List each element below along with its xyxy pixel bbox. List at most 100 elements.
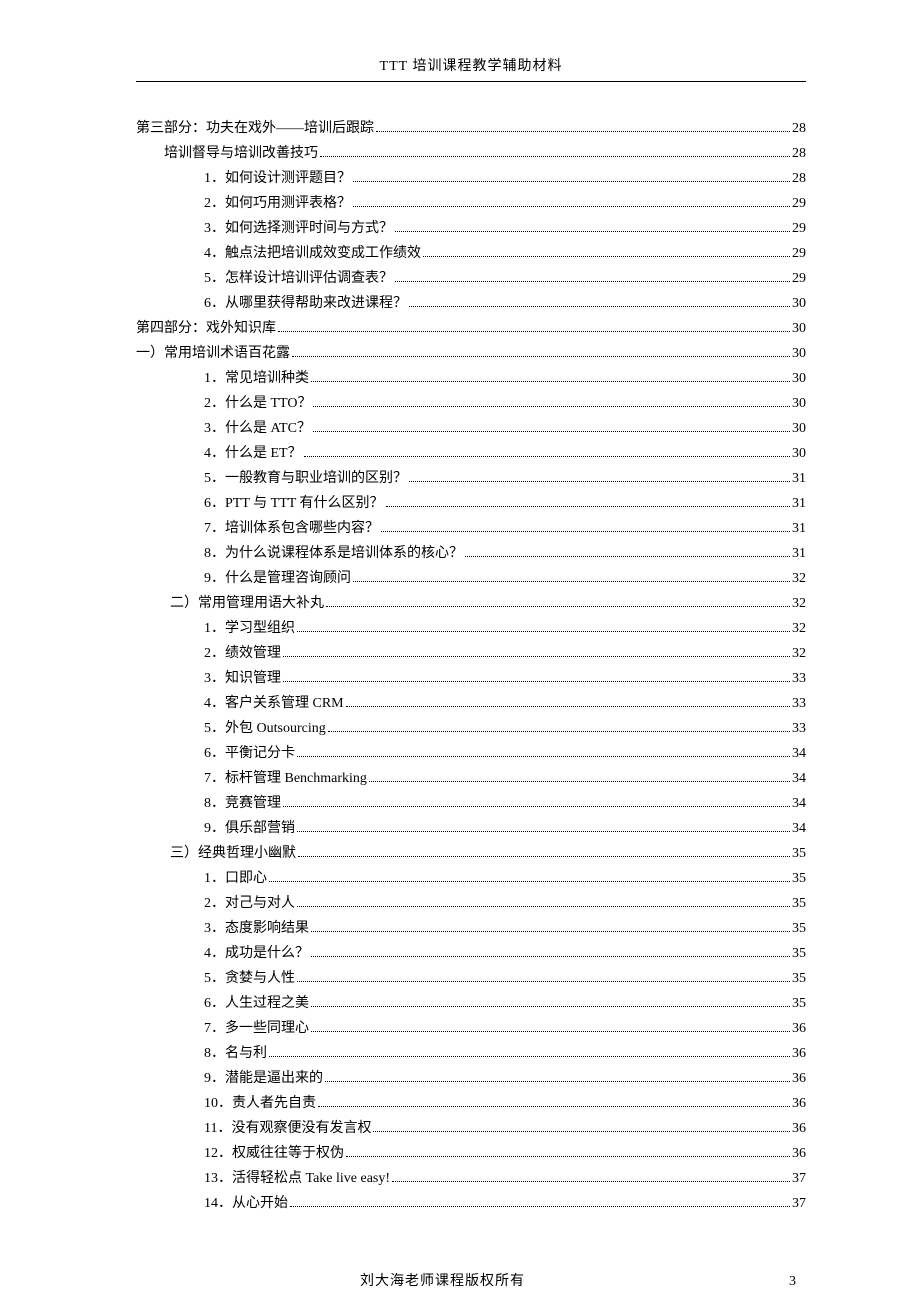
toc-entry[interactable]: 第四部分：戏外知识库 30 — [136, 316, 806, 341]
toc-leader — [328, 731, 790, 732]
toc-entry[interactable]: 14．从心开始37 — [136, 1191, 806, 1216]
toc-leader — [353, 206, 790, 207]
toc-entry[interactable]: 1．如何设计测评题目？28 — [136, 166, 806, 191]
toc-leader — [283, 681, 790, 682]
toc-entry[interactable]: 9．什么是管理咨询顾问32 — [136, 566, 806, 591]
toc-entry[interactable]: 1．学习型组织32 — [136, 616, 806, 641]
toc-entry-page: 31 — [792, 491, 806, 516]
toc-entry[interactable]: 6．人生过程之美35 — [136, 991, 806, 1016]
toc-entry[interactable]: 10．责人者先自责36 — [136, 1091, 806, 1116]
toc-entry[interactable]: 9．俱乐部营销34 — [136, 816, 806, 841]
toc-entry-page: 29 — [792, 216, 806, 241]
toc-leader — [423, 256, 790, 257]
toc-entry[interactable]: 7．标杆管理 Benchmarking 34 — [136, 766, 806, 791]
toc-entry-label: 2．如何巧用测评表格？ — [204, 191, 351, 216]
toc-entry-label: 6．人生过程之美 — [204, 991, 309, 1016]
toc-entry-page: 30 — [792, 441, 806, 466]
toc-leader — [373, 1131, 790, 1132]
toc-entry[interactable]: 6．从哪里获得帮助来改进课程？30 — [136, 291, 806, 316]
toc-leader — [346, 706, 790, 707]
toc-leader — [395, 231, 790, 232]
toc-entry-page: 35 — [792, 966, 806, 991]
toc-entry[interactable]: 3．态度影响结果35 — [136, 916, 806, 941]
toc-entry[interactable]: 第三部分：功夫在戏外——培训后跟踪28 — [136, 116, 806, 141]
toc-entry[interactable]: 3．知识管理33 — [136, 666, 806, 691]
toc-entry-label: 2．什么是 TTO？ — [204, 391, 311, 416]
toc-leader — [325, 1081, 790, 1082]
toc-entry[interactable]: 1．口即心35 — [136, 866, 806, 891]
toc-entry-label: 1．常见培训种类 — [204, 366, 309, 391]
toc-entry-page: 32 — [792, 566, 806, 591]
toc-entry-page: 30 — [792, 316, 806, 341]
toc-entry-page: 35 — [792, 891, 806, 916]
toc-entry-label: 6．平衡记分卡 — [204, 741, 295, 766]
toc-entry[interactable]: 4．什么是 ET？30 — [136, 441, 806, 466]
toc-entry[interactable]: 8．名与利36 — [136, 1041, 806, 1066]
toc-entry-label: 11．没有观察便没有发言权 — [204, 1116, 371, 1141]
toc-entry[interactable]: 5．贪婪与人性35 — [136, 966, 806, 991]
toc-entry[interactable]: 6．PTT 与 TTT 有什么区别？31 — [136, 491, 806, 516]
toc-entry[interactable]: 12．权威往往等于权伪36 — [136, 1141, 806, 1166]
toc-leader — [278, 331, 790, 332]
toc-leader — [297, 631, 790, 632]
toc-entry[interactable]: 2．如何巧用测评表格？ 29 — [136, 191, 806, 216]
toc-entry-label: 3．态度影响结果 — [204, 916, 309, 941]
toc-entry-page: 30 — [792, 341, 806, 366]
toc-leader — [304, 456, 790, 457]
toc-entry[interactable]: 7．多一些同理心36 — [136, 1016, 806, 1041]
toc-entry[interactable]: 9．潜能是逼出来的36 — [136, 1066, 806, 1091]
toc-entry[interactable]: 培训督导与培训改善技巧28 — [136, 141, 806, 166]
toc-entry[interactable]: 1．常见培训种类30 — [136, 366, 806, 391]
footer-page-number: 3 — [789, 1274, 800, 1290]
toc-entry-label: 12．权威往往等于权伪 — [204, 1141, 344, 1166]
toc-entry[interactable]: 2．绩效管理32 — [136, 641, 806, 666]
toc-entry[interactable]: 2．什么是 TTO？30 — [136, 391, 806, 416]
toc-leader — [409, 481, 790, 482]
toc-leader — [395, 281, 790, 282]
toc-entry-label: 7．培训体系包含哪些内容？ — [204, 516, 379, 541]
toc-entry[interactable]: 6．平衡记分卡34 — [136, 741, 806, 766]
toc-entry[interactable]: 4．客户关系管理 CRM33 — [136, 691, 806, 716]
toc-entry-page: 37 — [792, 1166, 806, 1191]
toc-entry-label: 二）常用管理用语大补丸 — [170, 591, 324, 616]
toc-entry[interactable]: 7．培训体系包含哪些内容？31 — [136, 516, 806, 541]
toc-leader — [313, 406, 790, 407]
toc-entry[interactable]: 8．为什么说课程体系是培训体系的核心？31 — [136, 541, 806, 566]
toc-entry[interactable]: 8．竞赛管理34 — [136, 791, 806, 816]
toc-entry[interactable]: 4．触点法把培训成效变成工作绩效29 — [136, 241, 806, 266]
toc-entry-label: 三）经典哲理小幽默 — [170, 841, 296, 866]
toc-entry-label: 13．活得轻松点 Take live easy! — [204, 1166, 390, 1191]
toc-leader — [297, 831, 790, 832]
toc-entry-label: 第四部分：戏外知识库 — [136, 316, 276, 341]
toc-leader — [353, 581, 790, 582]
toc-leader — [311, 1031, 790, 1032]
toc-entry[interactable]: 5．怎样设计培训评估调查表？29 — [136, 266, 806, 291]
toc-entry[interactable]: 13．活得轻松点 Take live easy! 37 — [136, 1166, 806, 1191]
toc-leader — [297, 906, 790, 907]
toc-entry[interactable]: 3．什么是 ATC？30 — [136, 416, 806, 441]
toc-leader — [369, 781, 790, 782]
toc-entry-label: 7．多一些同理心 — [204, 1016, 309, 1041]
toc-entry[interactable]: 4．成功是什么？35 — [136, 941, 806, 966]
toc-entry-page: 29 — [792, 191, 806, 216]
toc-entry-page: 28 — [792, 166, 806, 191]
header-title: TTT 培训课程教学辅助材料 — [380, 59, 563, 74]
toc-entry-label: 5．外包 Outsourcing — [204, 716, 326, 741]
toc-entry[interactable]: 2．对己与对人 35 — [136, 891, 806, 916]
toc-entry-page: 30 — [792, 291, 806, 316]
toc-entry[interactable]: 二）常用管理用语大补丸32 — [136, 591, 806, 616]
toc-entry-page: 33 — [792, 666, 806, 691]
toc-entry[interactable]: 三）经典哲理小幽默35 — [136, 841, 806, 866]
toc-entry-label: 2．对己与对人 — [204, 891, 295, 916]
toc-entry-label: 3．什么是 ATC？ — [204, 416, 311, 441]
toc-entry-page: 37 — [792, 1191, 806, 1216]
toc-entry[interactable]: 5．一般教育与职业培训的区别？31 — [136, 466, 806, 491]
toc-entry-label: 7．标杆管理 Benchmarking — [204, 766, 367, 791]
toc-entry-label: 3．如何选择测评时间与方式？ — [204, 216, 393, 241]
toc-entry[interactable]: 11．没有观察便没有发言权36 — [136, 1116, 806, 1141]
toc-entry[interactable]: 5．外包 Outsourcing33 — [136, 716, 806, 741]
toc-leader — [311, 956, 790, 957]
toc-entry[interactable]: 3．如何选择测评时间与方式？ 29 — [136, 216, 806, 241]
toc-entry-page: 34 — [792, 766, 806, 791]
toc-entry[interactable]: 一）常用培训术语百花露30 — [136, 341, 806, 366]
